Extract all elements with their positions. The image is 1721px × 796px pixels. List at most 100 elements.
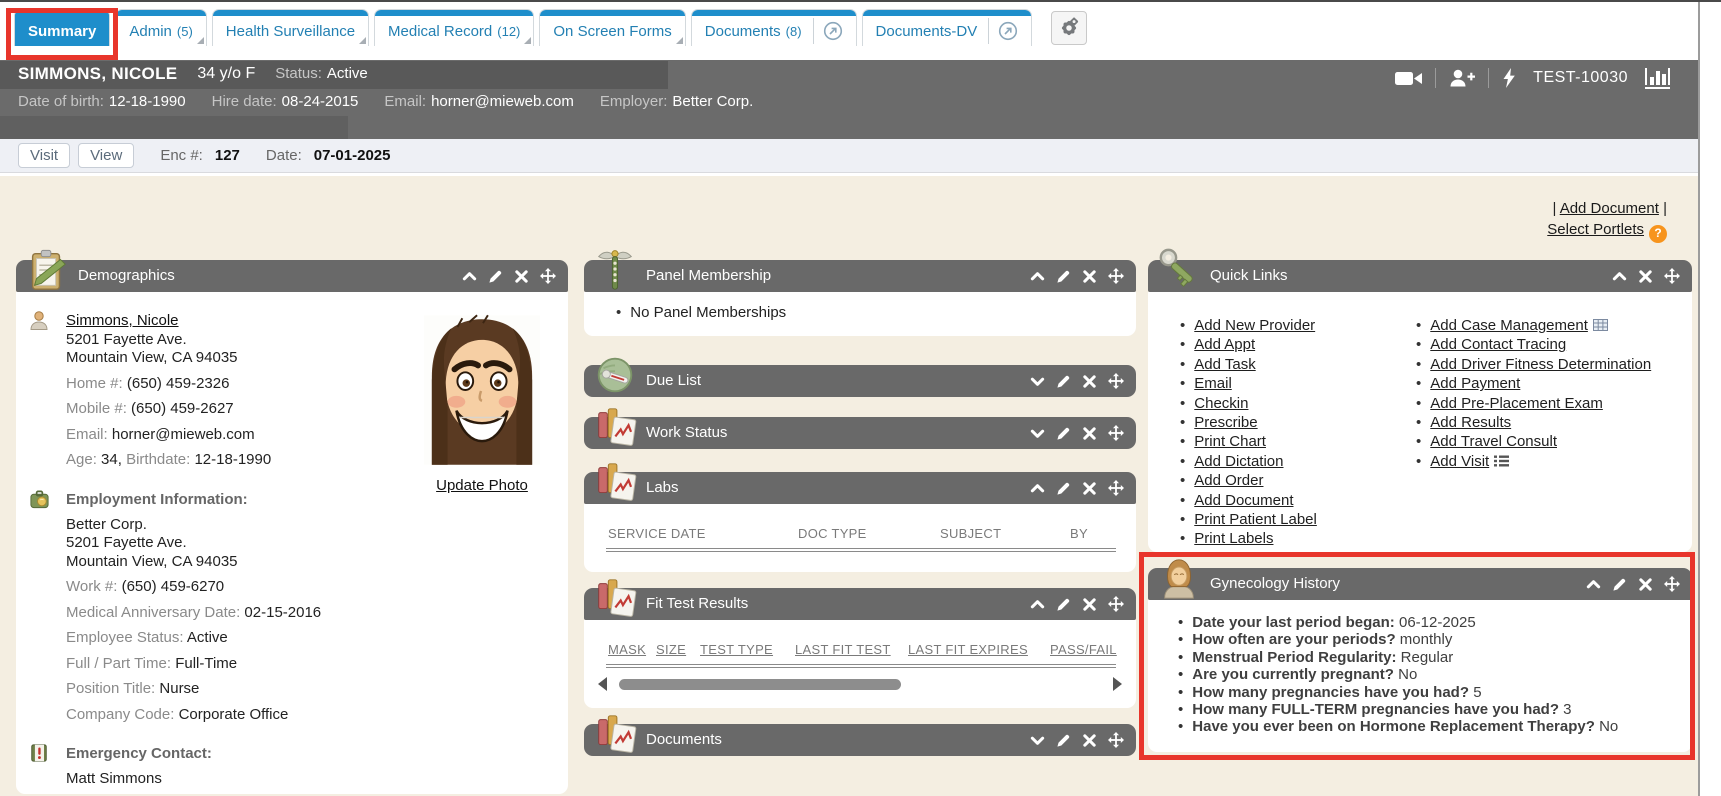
quick-link[interactable]: Add Order bbox=[1194, 472, 1263, 489]
collapse-icon[interactable] bbox=[1030, 597, 1045, 612]
quick-link[interactable]: Add Driver Fitness Determination bbox=[1430, 356, 1651, 373]
edit-icon[interactable] bbox=[1056, 733, 1071, 748]
move-icon[interactable] bbox=[1108, 373, 1124, 389]
close-icon[interactable] bbox=[1082, 481, 1097, 496]
tab-health-surveillance[interactable]: Health Surveillance bbox=[212, 9, 369, 46]
quick-link[interactable]: Print Labels bbox=[1194, 530, 1273, 547]
tab-medical-record[interactable]: Medical Record(12) bbox=[374, 9, 534, 46]
edit-icon[interactable] bbox=[1056, 597, 1071, 612]
collapse-icon[interactable] bbox=[462, 269, 477, 284]
panel-membership-icon bbox=[592, 247, 638, 293]
expand-icon[interactable] bbox=[1030, 374, 1045, 389]
collapse-icon[interactable] bbox=[1612, 269, 1627, 284]
edit-icon[interactable] bbox=[1056, 269, 1071, 284]
fit-col-size[interactable]: SIZE bbox=[656, 642, 686, 657]
quick-link[interactable]: Add Pre-Placement Exam bbox=[1430, 395, 1603, 412]
tab-documents-dv[interactable]: Documents-DV bbox=[862, 9, 1033, 46]
popout-icon[interactable] bbox=[988, 18, 1018, 44]
settings-gear-icon[interactable] bbox=[1051, 11, 1087, 45]
move-icon[interactable] bbox=[1108, 268, 1124, 284]
quick-link[interactable]: Add Payment bbox=[1430, 375, 1520, 392]
lightning-icon[interactable] bbox=[1502, 68, 1516, 88]
edit-icon[interactable] bbox=[1056, 374, 1071, 389]
quick-link[interactable]: Add Task bbox=[1194, 356, 1255, 373]
close-icon[interactable] bbox=[514, 269, 529, 284]
select-portlets-link[interactable]: Select Portlets bbox=[1547, 221, 1644, 238]
edit-icon[interactable] bbox=[1612, 577, 1627, 592]
fit-test-hscrollbar[interactable] bbox=[598, 676, 1122, 692]
move-icon[interactable] bbox=[1664, 576, 1680, 592]
move-icon[interactable] bbox=[1664, 268, 1680, 284]
tab-admin[interactable]: Admin(5) bbox=[115, 9, 206, 46]
labs-col-by[interactable]: BY bbox=[1070, 526, 1088, 541]
flowsheet-chart-icon[interactable] bbox=[1645, 67, 1670, 89]
labs-col-service-date[interactable]: SERVICE DATE bbox=[608, 526, 706, 541]
tab-on-screen-forms[interactable]: On Screen Forms bbox=[539, 9, 685, 46]
quick-link[interactable]: Add Visit bbox=[1430, 453, 1489, 470]
quick-link[interactable]: Add Contact Tracing bbox=[1430, 336, 1566, 353]
tab-summary[interactable]: Summary bbox=[14, 9, 110, 46]
fit-col-last-fit-expires[interactable]: LAST FIT EXPIRES bbox=[908, 642, 1028, 657]
popout-icon[interactable] bbox=[813, 18, 843, 44]
move-icon[interactable] bbox=[1108, 480, 1124, 496]
update-photo-link[interactable]: Update Photo bbox=[436, 477, 528, 494]
move-icon[interactable] bbox=[1108, 425, 1124, 441]
collapse-icon[interactable] bbox=[1586, 577, 1601, 592]
view-button[interactable]: View bbox=[78, 143, 134, 168]
close-icon[interactable] bbox=[1638, 577, 1653, 592]
tab-label: Health Surveillance bbox=[226, 23, 355, 40]
scrollbar-thumb[interactable] bbox=[619, 679, 901, 690]
close-icon[interactable] bbox=[1082, 426, 1097, 441]
edit-icon[interactable] bbox=[1056, 481, 1071, 496]
quick-link[interactable]: Add Appt bbox=[1194, 336, 1255, 353]
fit-col-last-fit-test[interactable]: LAST FIT TEST bbox=[795, 642, 891, 657]
close-icon[interactable] bbox=[1082, 733, 1097, 748]
quick-link[interactable]: Add New Provider bbox=[1194, 317, 1315, 334]
field-value: Nurse bbox=[159, 680, 199, 697]
edit-icon[interactable] bbox=[1056, 426, 1071, 441]
gyn-history-item: Date your last period began: 06-12-2025 bbox=[1178, 614, 1618, 631]
fit-col-pass-fail[interactable]: PASS/FAIL bbox=[1050, 642, 1117, 657]
add-document-link[interactable]: Add Document bbox=[1560, 200, 1659, 217]
close-icon[interactable] bbox=[1638, 269, 1653, 284]
add-person-icon[interactable] bbox=[1449, 69, 1475, 87]
quick-link[interactable]: Email bbox=[1194, 375, 1232, 392]
scroll-right-icon[interactable] bbox=[1113, 677, 1122, 691]
quick-link[interactable]: Add Results bbox=[1430, 414, 1511, 431]
video-camera-icon[interactable] bbox=[1395, 70, 1422, 87]
close-icon[interactable] bbox=[1082, 374, 1097, 389]
collapse-icon[interactable] bbox=[1030, 481, 1045, 496]
labs-col-doc-type[interactable]: DOC TYPE bbox=[798, 526, 867, 541]
tab-documents[interactable]: Documents(8) bbox=[691, 9, 857, 46]
quick-link[interactable]: Add Dictation bbox=[1194, 453, 1283, 470]
visit-button[interactable]: Visit bbox=[18, 143, 70, 168]
expand-icon[interactable] bbox=[1030, 426, 1045, 441]
tab-menu-fold-icon bbox=[676, 37, 683, 44]
expand-icon[interactable] bbox=[1030, 733, 1045, 748]
quick-link[interactable]: Print Patient Label bbox=[1194, 511, 1317, 528]
move-icon[interactable] bbox=[1108, 732, 1124, 748]
close-icon[interactable] bbox=[1082, 597, 1097, 612]
scroll-left-icon[interactable] bbox=[598, 677, 607, 691]
quick-link[interactable]: Print Chart bbox=[1194, 433, 1266, 450]
field-label: Full / Part Time: bbox=[66, 655, 171, 672]
quick-link-item: Print Labels bbox=[1180, 529, 1317, 548]
quick-link[interactable]: Add Document bbox=[1194, 492, 1293, 509]
help-icon[interactable]: ? bbox=[1649, 225, 1667, 243]
close-icon[interactable] bbox=[1082, 269, 1097, 284]
field-label: Position Title: bbox=[66, 680, 155, 697]
move-icon[interactable] bbox=[540, 268, 556, 284]
quick-link[interactable]: Checkin bbox=[1194, 395, 1248, 412]
fit-col-test-type[interactable]: TEST TYPE bbox=[700, 642, 773, 657]
quick-link[interactable]: Prescribe bbox=[1194, 414, 1257, 431]
patient-name-link[interactable]: Simmons, Nicole bbox=[66, 312, 179, 329]
scrollbar-track[interactable] bbox=[613, 678, 1107, 691]
move-icon[interactable] bbox=[1108, 596, 1124, 612]
quick-link[interactable]: Add Travel Consult bbox=[1430, 433, 1557, 450]
quick-link[interactable]: Add Case Management bbox=[1430, 317, 1588, 334]
fit-col-mask[interactable]: MASK bbox=[608, 642, 646, 657]
edit-icon[interactable] bbox=[488, 269, 503, 284]
portlet-title: Labs bbox=[646, 479, 679, 496]
collapse-icon[interactable] bbox=[1030, 269, 1045, 284]
labs-col-subject[interactable]: SUBJECT bbox=[940, 526, 1001, 541]
